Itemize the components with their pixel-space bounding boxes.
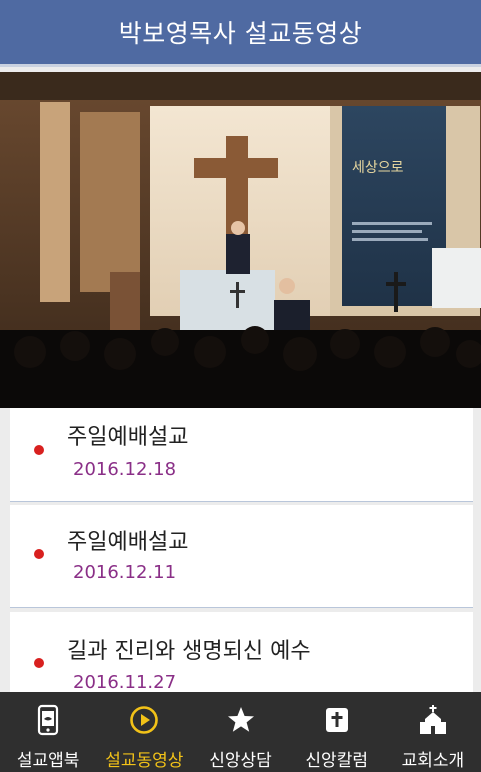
tab-faith-column[interactable]: 신앙칼럼 — [289, 692, 385, 772]
tab-label: 교회소개 — [401, 751, 465, 771]
sermon-title: 길과 진리와 생명되신 예수 — [67, 639, 311, 664]
tab-label: 신앙상담 — [209, 751, 272, 771]
sermon-list-item[interactable]: 길과 진리와 생명되신 예수 2016.11.27 — [10, 612, 473, 692]
sermon-date: 2016.11.27 — [73, 672, 177, 692]
bullet-icon — [34, 445, 44, 455]
sermon-list-item[interactable]: 주일예배설교 2016.12.11 — [10, 505, 473, 608]
tab-label: 설교동영상 — [105, 751, 184, 771]
sermon-list-item[interactable]: 주일예배설교 2016.12.18 — [10, 408, 473, 502]
tab-sermon-appbook[interactable]: 설교앱북 — [0, 692, 96, 772]
scroll-cross-icon — [321, 704, 353, 736]
sermon-list[interactable]: 주일예배설교 2016.12.18 주일예배설교 2016.12.11 길과 진… — [10, 408, 473, 692]
bullet-icon — [34, 549, 44, 559]
header-divider — [0, 64, 481, 67]
app-header: 박보영목사 설교동영상 — [0, 0, 481, 64]
tab-church-intro[interactable]: 교회소개 — [385, 692, 481, 772]
page-title: 박보영목사 설교동영상 — [118, 19, 363, 48]
bullet-icon — [34, 658, 44, 668]
tab-sermon-video[interactable]: 설교동영상 — [96, 692, 192, 772]
sermon-title: 주일예배설교 — [67, 425, 189, 450]
sermon-title: 주일예배설교 — [67, 530, 189, 555]
sermon-date: 2016.12.11 — [73, 562, 177, 583]
hero-image: 세상으로 — [0, 72, 481, 408]
church-icon — [417, 704, 449, 736]
tab-label: 설교앱북 — [16, 751, 80, 771]
svg-text:세상으로: 세상으로 — [352, 160, 404, 176]
phone-book-icon — [32, 704, 64, 736]
tab-label: 신앙칼럼 — [305, 751, 368, 771]
tab-faith-counseling[interactable]: 신앙상담 — [192, 692, 288, 772]
play-icon — [128, 704, 160, 736]
bottom-tab-bar: 설교앱북 설교동영상 신앙상담 신앙칼럼 교회소개 — [0, 692, 481, 772]
sermon-date: 2016.12.18 — [73, 459, 177, 480]
star-icon — [225, 704, 257, 736]
